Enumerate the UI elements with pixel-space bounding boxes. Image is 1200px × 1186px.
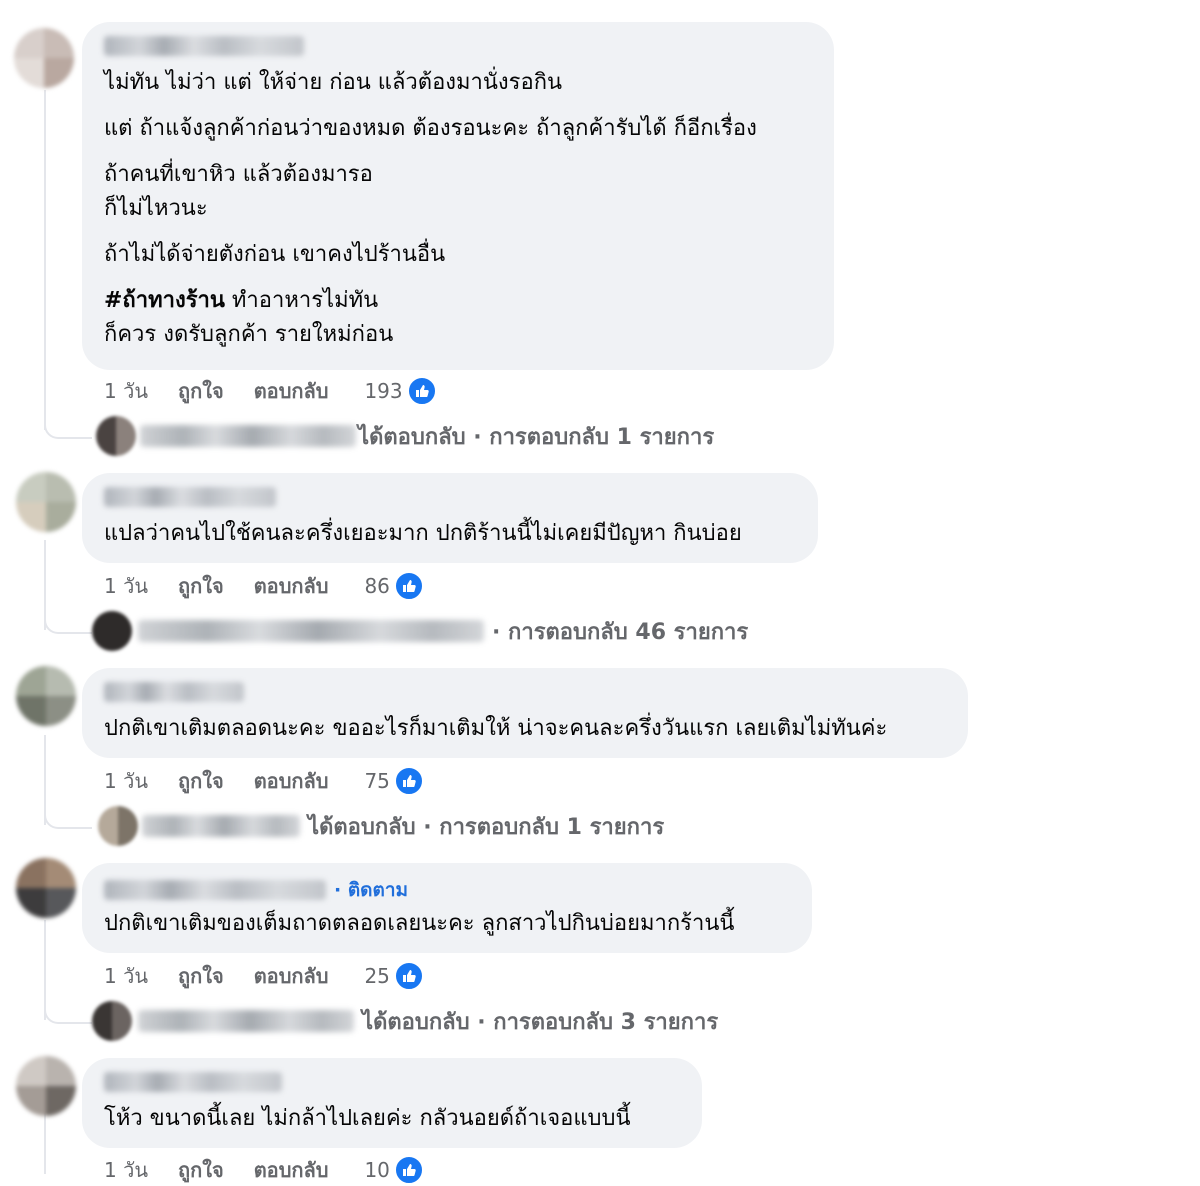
thumbs-up-icon [393, 961, 424, 991]
reply-button[interactable]: ตอบกลับ [254, 1154, 329, 1186]
view-replies-link[interactable]: ได้ตอบกลับ · การตอบกลับ 1 รายการ [96, 416, 714, 456]
thumbs-up-icon [393, 766, 424, 796]
like-count[interactable]: 25 [364, 964, 389, 988]
reply-button[interactable]: ตอบกลับ [254, 765, 329, 797]
commenter-avatar[interactable] [14, 28, 74, 88]
comment-bubble: แปลว่าคนไปใช้คนละครึ่งเยอะมาก ปกติร้านนี… [82, 473, 818, 563]
comment-bubble: ปกติเขาเติมตลอดนะคะ ขออะไรก็มาเติมให้ น่… [82, 668, 968, 758]
like-button[interactable]: ถูกใจ [178, 765, 224, 797]
comment-timestamp[interactable]: 1 วัน [104, 960, 148, 992]
comment-timestamp[interactable]: 1 วัน [104, 1154, 148, 1186]
comment-text-line: โห้ว ขนาดนี้เลย ไม่กล้าไปเลยค่ะ กลัวนอยด… [104, 1106, 631, 1131]
replier-name [142, 815, 300, 837]
comment-bubble: ไม่ทัน ไม่ว่า แต่ ให้จ่าย ก่อน แล้วต้องม… [82, 22, 834, 370]
replier-avatar [92, 611, 132, 651]
replier-avatar [92, 1001, 132, 1041]
comment-actions: 1 วัน ถูกใจ ตอบกลับ 10 [104, 1154, 424, 1186]
comment-actions: 1 วัน ถูกใจ ตอบกลับ 75 [104, 765, 424, 797]
reply-button[interactable]: ตอบกลับ [254, 570, 329, 602]
commenter-name[interactable] [104, 880, 326, 900]
view-replies-link[interactable]: · การตอบกลับ 46 รายการ [92, 611, 748, 651]
replies-summary[interactable]: ได้ตอบกลับ · การตอบกลับ 3 รายการ [362, 1004, 718, 1039]
commenter-name[interactable] [104, 487, 276, 507]
comment-text-line: แปลว่าคนไปใช้คนละครึ่งเยอะมาก ปกติร้านนี… [104, 521, 742, 546]
hashtag-link[interactable]: #ถ้าทางร้าน [104, 288, 225, 313]
comment-bubble: · ติดตาม ปกติเขาเติมของเต็มถาดตลอดเลยนะค… [82, 863, 812, 953]
like-button[interactable]: ถูกใจ [178, 960, 224, 992]
comment-actions: 1 วัน ถูกใจ ตอบกลับ 193 [104, 375, 437, 407]
commenter-avatar[interactable] [16, 472, 76, 532]
thumbs-up-icon [406, 376, 437, 406]
replier-avatar [98, 806, 138, 846]
comment-text-line: ไม่ทัน ไม่ว่า แต่ ให้จ่าย ก่อน แล้วต้องม… [104, 70, 563, 95]
comment-text-line: ก็ควร งดรับลูกค้า รายใหม่ก่อน [104, 322, 394, 347]
comment-text-line: ปกติเขาเติมตลอดนะคะ ขออะไรก็มาเติมให้ น่… [104, 716, 888, 741]
replier-name [140, 425, 356, 447]
commenter-name[interactable] [104, 682, 244, 702]
comment-timestamp[interactable]: 1 วัน [104, 570, 148, 602]
replier-avatar [96, 416, 136, 456]
replies-summary[interactable]: ได้ตอบกลับ · การตอบกลับ 1 รายการ [308, 809, 664, 844]
comment-text-line: ก็ไม่ไหวนะ [104, 196, 208, 221]
follow-button[interactable]: · ติดตาม [334, 875, 408, 905]
comment-text-line: ปกติเขาเติมของเต็มถาดตลอดเลยนะคะ ลูกสาวไ… [104, 911, 735, 936]
replies-summary[interactable]: · การตอบกลับ 46 รายการ [492, 614, 748, 649]
reply-button[interactable]: ตอบกลับ [254, 375, 329, 407]
comment-text-line: ถ้าไม่ได้จ่ายตังก่อน เขาคงไปร้านอื่น [104, 242, 446, 267]
like-button[interactable]: ถูกใจ [178, 1154, 224, 1186]
view-replies-link[interactable]: ได้ตอบกลับ · การตอบกลับ 3 รายการ [92, 1001, 718, 1041]
comment-text-line: ถ้าคนที่เขาหิว แล้วต้องมารอ [104, 162, 373, 187]
like-count[interactable]: 10 [364, 1158, 389, 1182]
thumbs-up-icon [393, 1155, 424, 1185]
view-replies-link[interactable]: ได้ตอบกลับ · การตอบกลับ 1 รายการ [98, 806, 664, 846]
comment-actions: 1 วัน ถูกใจ ตอบกลับ 25 [104, 960, 424, 992]
comment-bubble: โห้ว ขนาดนี้เลย ไม่กล้าไปเลยค่ะ กลัวนอยด… [82, 1058, 702, 1148]
commenter-avatar[interactable] [16, 858, 76, 918]
commenter-name[interactable] [104, 1072, 282, 1092]
commenter-avatar[interactable] [16, 1056, 76, 1116]
comment-text-line: ทำอาหารไม่ทัน [224, 288, 379, 313]
replier-name [138, 1010, 354, 1032]
comment-timestamp[interactable]: 1 วัน [104, 375, 148, 407]
like-count[interactable]: 75 [364, 769, 389, 793]
reply-button[interactable]: ตอบกลับ [254, 960, 329, 992]
like-count[interactable]: 193 [364, 379, 402, 403]
like-button[interactable]: ถูกใจ [178, 570, 224, 602]
replies-summary[interactable]: ได้ตอบกลับ · การตอบกลับ 1 รายการ [358, 419, 714, 454]
like-button[interactable]: ถูกใจ [178, 375, 224, 407]
thumbs-up-icon [393, 571, 424, 601]
commenter-avatar[interactable] [16, 666, 76, 726]
commenter-name[interactable] [104, 36, 304, 56]
comment-text-line: แต่ ถ้าแจ้งลูกค้าก่อนว่าของหมด ต้องรอนะค… [104, 116, 757, 141]
replier-name [138, 620, 484, 642]
like-count[interactable]: 86 [364, 574, 389, 598]
comment-timestamp[interactable]: 1 วัน [104, 765, 148, 797]
comment-actions: 1 วัน ถูกใจ ตอบกลับ 86 [104, 570, 424, 602]
